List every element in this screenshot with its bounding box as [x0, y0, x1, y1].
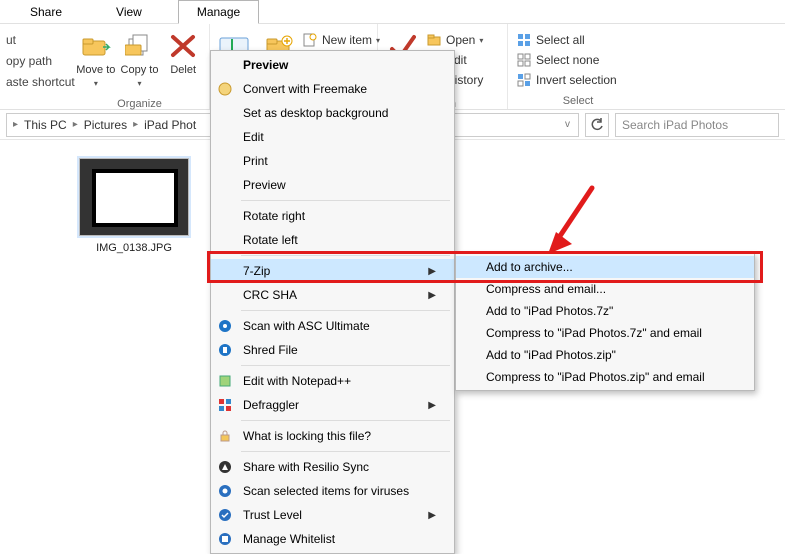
cm-convert-freemake[interactable]: Convert with Freemake [211, 77, 454, 101]
notepadpp-icon [215, 371, 235, 391]
separator [241, 310, 450, 311]
antivirus-icon [215, 481, 235, 501]
submenu-arrow-icon: ▶ [428, 400, 436, 411]
delete-x-icon [167, 30, 199, 62]
cm-preview[interactable]: Preview [211, 173, 454, 197]
invert-selection-icon [516, 72, 532, 88]
chevron-down-icon: ▾ [479, 36, 483, 45]
folder-copy-icon [124, 30, 156, 62]
select-all-button[interactable]: Select all [514, 30, 642, 50]
move-to-label: Move to [76, 64, 115, 77]
seven-zip-submenu: Add to archive... Compress and email... … [455, 253, 755, 391]
cm-manage-whitelist[interactable]: Manage Whitelist [211, 527, 454, 551]
paste-shortcut-button[interactable]: aste shortcut [6, 72, 60, 92]
cut-button[interactable]: ut [6, 30, 60, 50]
refresh-button[interactable] [585, 113, 609, 137]
refresh-icon [590, 118, 604, 132]
new-item-button[interactable]: New item ▾ [300, 30, 382, 50]
cm-rotate-left[interactable]: Rotate left [211, 228, 454, 252]
submenu-arrow-icon: ▶ [428, 290, 436, 301]
search-placeholder: Search iPad Photos [622, 118, 728, 132]
cm-scan-viruses[interactable]: Scan selected items for viruses [211, 479, 454, 503]
cm-what-locking[interactable]: What is locking this file? [211, 424, 454, 448]
breadcrumb-pictures[interactable]: Pictures [80, 118, 131, 132]
chevron-down-icon: ▾ [138, 79, 142, 88]
cm-crc-sha[interactable]: CRC SHA▶ [211, 283, 454, 307]
cm-7zip[interactable]: 7-Zip▶ [211, 259, 454, 283]
select-none-label: Select none [536, 53, 599, 67]
trust-icon [215, 505, 235, 525]
cm-trust-level[interactable]: Trust Level▶ [211, 503, 454, 527]
sm-add-zip[interactable]: Add to "iPad Photos.zip" [456, 344, 754, 366]
cm-defraggler[interactable]: Defraggler▶ [211, 393, 454, 417]
defraggler-icon [215, 395, 235, 415]
sm-compress-zip-email[interactable]: Compress to "iPad Photos.zip" and email [456, 366, 754, 388]
new-item-label: New item [322, 33, 372, 47]
select-group-label: Select [514, 93, 642, 107]
new-item-icon [302, 32, 318, 48]
select-all-label: Select all [536, 33, 585, 47]
breadcrumb-dropdown[interactable]: v [565, 119, 574, 130]
cm-shred-file[interactable]: Shred File [211, 338, 454, 362]
tab-manage[interactable]: Manage [178, 0, 259, 24]
open-icon [426, 32, 442, 48]
cm-set-desktop-bg[interactable]: Set as desktop background [211, 101, 454, 125]
copy-to-button[interactable]: Copy to ▾ [120, 28, 160, 96]
shred-icon [215, 340, 235, 360]
separator [241, 255, 450, 256]
cm-scan-asc[interactable]: Scan with ASC Ultimate [211, 314, 454, 338]
thumbnail-image [79, 158, 189, 236]
submenu-arrow-icon: ▶ [428, 266, 436, 277]
tab-view[interactable]: View [98, 1, 160, 23]
asc-icon [215, 316, 235, 336]
file-name-label: IMG_0138.JPG [96, 242, 172, 254]
breadcrumb-ipad-photos[interactable]: iPad Phot [140, 118, 200, 132]
select-none-icon [516, 52, 532, 68]
lock-question-icon [215, 426, 235, 446]
chevron-right-icon: ▸ [71, 119, 80, 130]
separator [241, 420, 450, 421]
sm-compress-7z-email[interactable]: Compress to "iPad Photos.7z" and email [456, 322, 754, 344]
file-item[interactable]: IMG_0138.JPG [74, 158, 194, 254]
tab-share[interactable]: Share [12, 1, 80, 23]
sm-add-archive[interactable]: Add to archive... [456, 256, 754, 278]
organize-group-label: Organize [76, 96, 203, 110]
select-all-icon [516, 32, 532, 48]
copy-to-label: Copy to [121, 64, 159, 77]
cm-print[interactable]: Print [211, 149, 454, 173]
chevron-right-icon: ▸ [11, 119, 20, 130]
whitelist-icon [215, 529, 235, 549]
cm-share-resilio[interactable]: Share with Resilio Sync [211, 455, 454, 479]
delete-button[interactable]: Delet [163, 28, 203, 96]
search-input[interactable]: Search iPad Photos [615, 113, 779, 137]
cm-rotate-right[interactable]: Rotate right [211, 204, 454, 228]
breadcrumb-this-pc[interactable]: This PC [20, 118, 71, 132]
submenu-arrow-icon: ▶ [428, 510, 436, 521]
invert-selection-button[interactable]: Invert selection [514, 70, 642, 90]
move-to-button[interactable]: Move to ▾ [76, 28, 116, 96]
cm-edit[interactable]: Edit [211, 125, 454, 149]
chevron-right-icon: ▸ [131, 119, 140, 130]
delete-label: Delet [170, 64, 196, 77]
open-button[interactable]: Open ▾ [424, 30, 485, 50]
chevron-down-icon: ▾ [94, 79, 98, 88]
invert-selection-label: Invert selection [536, 73, 617, 87]
separator [241, 451, 450, 452]
context-menu: Preview Convert with Freemake Set as des… [210, 50, 455, 554]
copy-path-button[interactable]: opy path [6, 51, 60, 71]
sm-add-7z[interactable]: Add to "iPad Photos.7z" [456, 300, 754, 322]
resilio-icon [215, 457, 235, 477]
separator [241, 200, 450, 201]
cm-edit-notepadpp[interactable]: Edit with Notepad++ [211, 369, 454, 393]
ribbon-tabs: Share View Manage [0, 0, 785, 24]
sm-compress-email[interactable]: Compress and email... [456, 278, 754, 300]
folder-move-icon [80, 30, 112, 62]
cm-preview-bold[interactable]: Preview [211, 53, 454, 77]
separator [241, 365, 450, 366]
open-label: Open [446, 33, 475, 47]
freemake-icon [215, 79, 235, 99]
select-none-button[interactable]: Select none [514, 50, 642, 70]
